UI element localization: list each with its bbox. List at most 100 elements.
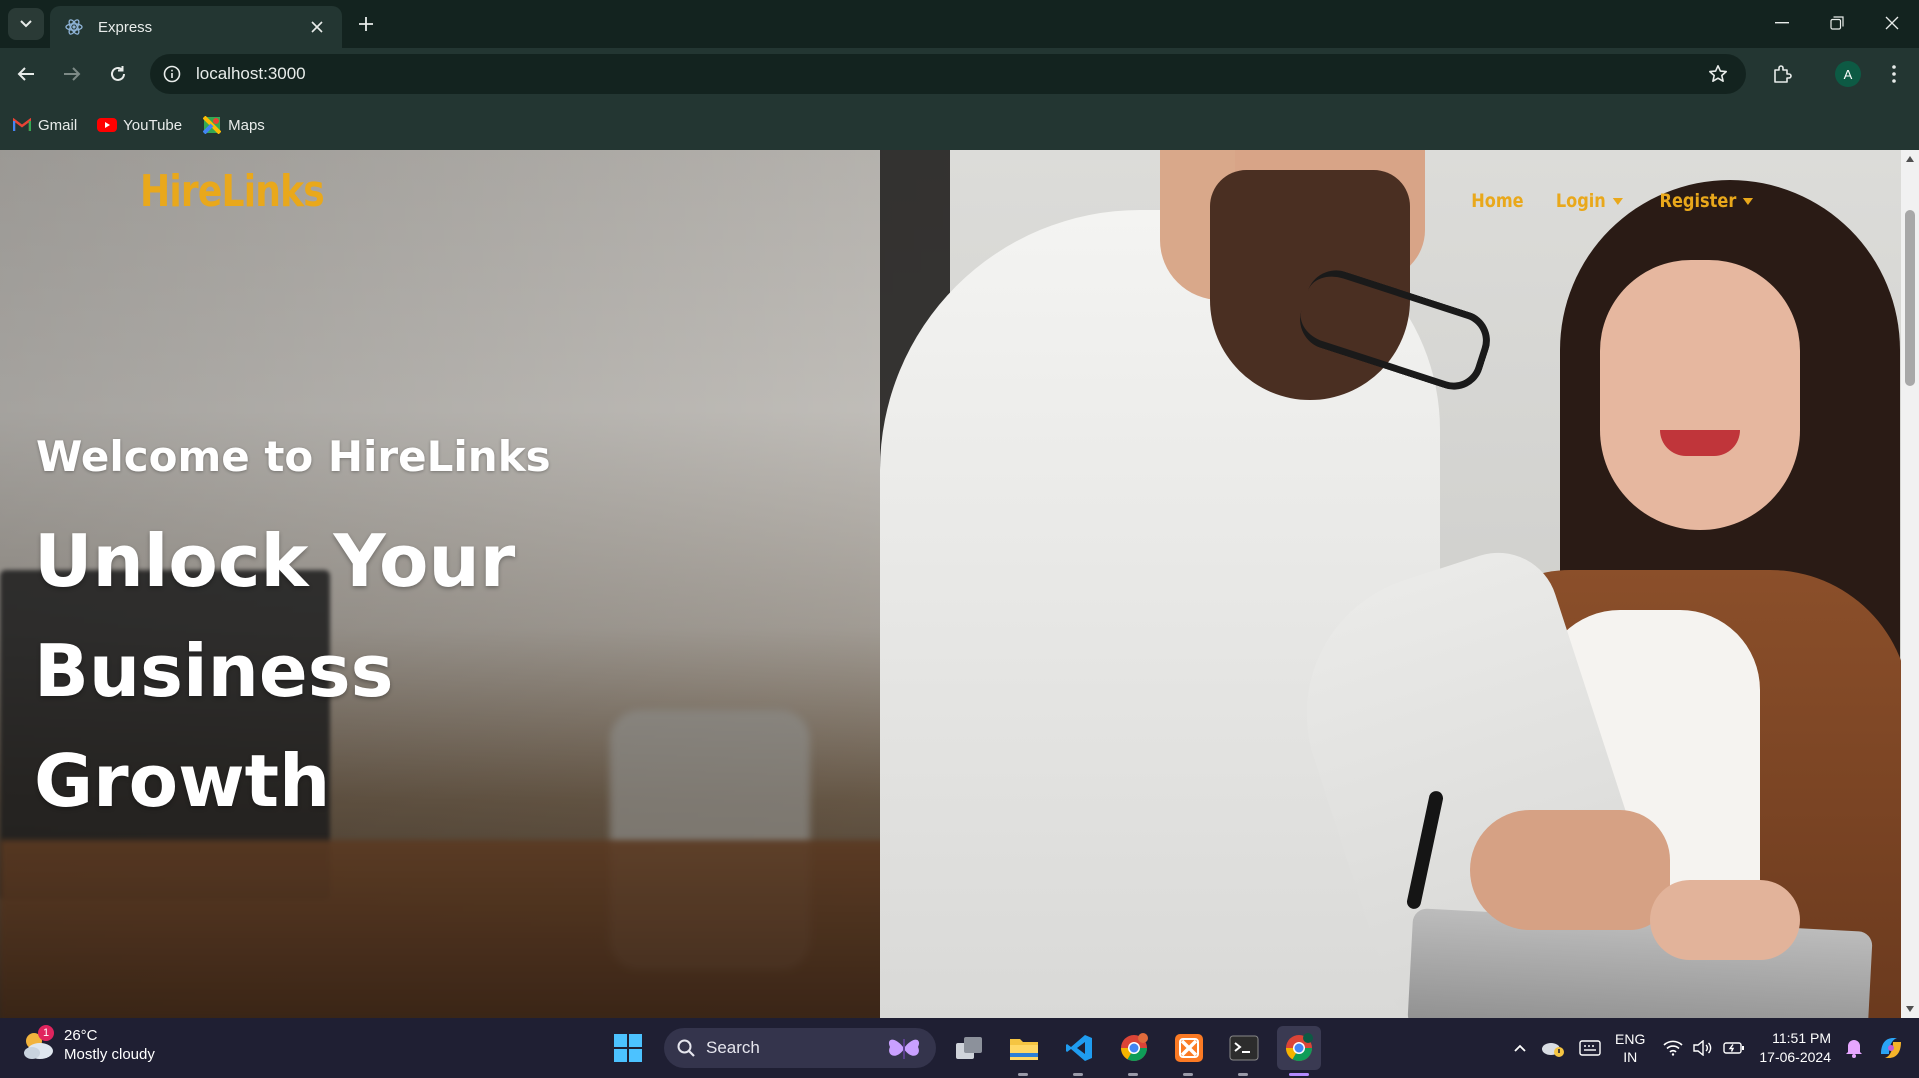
nav-login-label: Login bbox=[1555, 190, 1606, 212]
reload-icon bbox=[111, 66, 125, 81]
clock-date: 17-06-2024 bbox=[1759, 1049, 1831, 1065]
copilot-button[interactable] bbox=[1877, 1034, 1905, 1062]
address-bar[interactable]: localhost:3000 bbox=[150, 54, 1746, 94]
search-highlight-butterfly-icon bbox=[888, 1039, 920, 1059]
xampp-icon bbox=[1175, 1034, 1203, 1062]
taskbar-terminal[interactable] bbox=[1222, 1026, 1266, 1076]
tray-quick-settings[interactable] bbox=[1663, 1040, 1745, 1056]
new-tab-button[interactable] bbox=[352, 10, 380, 38]
partly-cloudy-icon: 1 bbox=[20, 1025, 56, 1063]
scrollbar-thumb[interactable] bbox=[1905, 210, 1915, 386]
profile-button[interactable]: A bbox=[1832, 58, 1864, 90]
restore-icon bbox=[1829, 16, 1844, 30]
taskbar-xampp[interactable] bbox=[1167, 1026, 1211, 1076]
bg-desk-shape bbox=[0, 840, 900, 1018]
url-text[interactable]: localhost:3000 bbox=[196, 64, 1704, 84]
youtube-icon bbox=[97, 117, 118, 133]
search-label: Search bbox=[706, 1038, 760, 1057]
chevron-down-icon bbox=[20, 20, 32, 28]
nav-register-label: Register bbox=[1659, 190, 1736, 212]
tray-language[interactable]: ENG IN bbox=[1615, 1030, 1645, 1066]
running-indicator bbox=[1289, 1073, 1309, 1076]
arrow-left-icon bbox=[17, 67, 34, 81]
taskbar-vscode[interactable] bbox=[1057, 1026, 1101, 1076]
woman-face-shape bbox=[1600, 260, 1800, 530]
windows-logo-icon bbox=[614, 1034, 642, 1062]
tab-title: Express bbox=[98, 18, 153, 36]
keyboard-icon bbox=[1579, 1040, 1601, 1056]
taskbar-chrome[interactable] bbox=[1112, 1026, 1156, 1076]
hero-welcome-text: Welcome to HireLinks bbox=[36, 432, 551, 481]
chrome-icon bbox=[1120, 1033, 1148, 1062]
tab-close-icon[interactable] bbox=[306, 16, 328, 38]
close-window-button[interactable] bbox=[1864, 0, 1919, 46]
react-atom-icon bbox=[64, 17, 84, 37]
taskbar-center: Search bbox=[606, 1026, 1321, 1076]
chrome-icon bbox=[1285, 1033, 1313, 1062]
hero-headline: Unlock Your Business Growth bbox=[34, 506, 854, 836]
clock-time: 11:51 PM bbox=[1772, 1030, 1831, 1046]
nav-login-dropdown[interactable]: Login bbox=[1556, 190, 1623, 212]
bookmark-gmail[interactable]: Gmail bbox=[12, 117, 77, 134]
browser-tab-active[interactable]: Express bbox=[50, 6, 342, 48]
site-info-icon[interactable] bbox=[160, 62, 184, 86]
back-button[interactable] bbox=[10, 58, 42, 90]
browser-toolbar: localhost:3000 A bbox=[0, 48, 1919, 100]
forward-button[interactable] bbox=[56, 58, 88, 90]
taskbar-file-explorer[interactable] bbox=[1002, 1026, 1046, 1076]
tray-overflow-button[interactable] bbox=[1513, 1043, 1527, 1053]
page-scrollbar[interactable] bbox=[1901, 150, 1919, 1018]
tray-clock[interactable]: 11:51 PM 17-06-2024 bbox=[1759, 1029, 1831, 1067]
system-tray: ENG IN 11:51 PM 17-06-2024 bbox=[1513, 1018, 1919, 1078]
vscode-icon bbox=[1066, 1035, 1092, 1061]
taskbar-chrome-profile-active[interactable] bbox=[1277, 1026, 1321, 1076]
bookmark-maps[interactable]: Maps bbox=[202, 116, 265, 134]
running-indicator bbox=[1183, 1073, 1193, 1076]
tray-keyboard[interactable] bbox=[1579, 1040, 1601, 1056]
nav-register-dropdown[interactable]: Register bbox=[1659, 190, 1753, 212]
site-logo[interactable]: HireLinks bbox=[140, 166, 325, 217]
running-indicator bbox=[1018, 1073, 1028, 1076]
man-hand-shape bbox=[1470, 810, 1670, 930]
tray-onedrive[interactable] bbox=[1541, 1039, 1565, 1057]
volume-icon bbox=[1693, 1040, 1712, 1056]
woman-hand-shape bbox=[1650, 880, 1800, 960]
bookmark-label: Gmail bbox=[38, 116, 78, 134]
caret-down-icon bbox=[1742, 197, 1753, 205]
kebab-menu-icon bbox=[1892, 65, 1896, 83]
tab-search-button[interactable] bbox=[8, 8, 44, 40]
scroll-up-arrow-icon[interactable] bbox=[1906, 156, 1914, 162]
browser-menu-button[interactable] bbox=[1878, 58, 1910, 90]
bell-icon bbox=[1846, 1040, 1862, 1058]
copilot-icon bbox=[1881, 1038, 1901, 1058]
bookmark-star-icon[interactable] bbox=[1704, 60, 1732, 88]
gmail-icon bbox=[12, 117, 32, 133]
scroll-down-arrow-icon[interactable] bbox=[1906, 1006, 1914, 1012]
close-icon bbox=[1885, 16, 1898, 30]
window-controls bbox=[1754, 0, 1919, 46]
browser-tab-strip: Express bbox=[0, 0, 1919, 48]
nav-home-label: Home bbox=[1471, 190, 1524, 212]
nav-home-link[interactable]: Home bbox=[1472, 190, 1524, 212]
notifications-button[interactable] bbox=[1845, 1038, 1863, 1058]
hero-headline-line1: Unlock Your Business bbox=[34, 519, 516, 713]
reload-button[interactable] bbox=[102, 58, 134, 90]
start-button[interactable] bbox=[606, 1026, 650, 1070]
taskbar-search[interactable]: Search bbox=[664, 1028, 936, 1068]
page-viewport: HireLinks Home Login Register Welcome to… bbox=[0, 150, 1901, 1018]
restore-button[interactable] bbox=[1809, 0, 1864, 46]
folder-icon bbox=[1010, 1039, 1038, 1060]
bookmark-youtube[interactable]: YouTube bbox=[97, 117, 182, 134]
weather-text: 26°C Mostly cloudy bbox=[64, 1026, 155, 1064]
bookmark-label: Maps bbox=[228, 116, 265, 134]
weather-condition: Mostly cloudy bbox=[64, 1046, 155, 1063]
puzzle-icon bbox=[1774, 65, 1792, 83]
profile-avatar: A bbox=[1835, 61, 1861, 87]
extensions-button[interactable] bbox=[1766, 58, 1798, 90]
plus-icon bbox=[359, 17, 373, 31]
weather-widget[interactable]: 1 26°C Mostly cloudy bbox=[20, 1025, 155, 1064]
running-indicator bbox=[1128, 1073, 1138, 1076]
task-view-button[interactable] bbox=[947, 1026, 991, 1070]
running-indicator bbox=[1073, 1073, 1083, 1076]
minimize-button[interactable] bbox=[1754, 0, 1809, 46]
